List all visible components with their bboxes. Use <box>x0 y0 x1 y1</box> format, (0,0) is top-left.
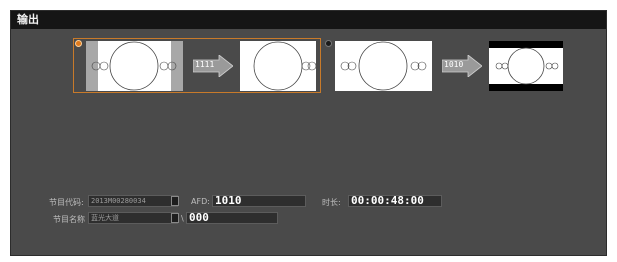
duration-field[interactable]: 00:00:48:00 <box>348 195 442 207</box>
program-code-browse-button[interactable] <box>171 196 179 206</box>
panel-title: 输出 <box>11 11 606 29</box>
target-frame-a <box>240 41 316 91</box>
option-a-radio[interactable] <box>75 40 82 47</box>
option-a-card[interactable]: 1111 <box>73 38 321 93</box>
suffix-label: \ <box>181 214 184 223</box>
source-frame-b <box>335 41 432 91</box>
program-code-label: 节目代码: <box>49 198 84 207</box>
arrow-label-b: 1010 <box>444 60 464 69</box>
afd-field[interactable]: 1010 <box>212 195 306 207</box>
option-b-radio[interactable] <box>325 40 332 47</box>
afd-label: AFD: <box>191 197 210 206</box>
source-frame-a <box>86 41 183 91</box>
program-name-browse-button[interactable] <box>171 213 179 223</box>
program-name-label: 节目名称 <box>53 215 85 224</box>
program-name-field[interactable]: 蓝光大道 <box>88 212 178 224</box>
arrow-label-a: 1111 <box>195 60 215 69</box>
arrow-right-icon: 1010 <box>442 55 482 77</box>
duration-label: 时长: <box>322 198 341 207</box>
program-code-field[interactable]: 2013M00280034 <box>88 195 178 207</box>
target-frame-b <box>489 41 563 91</box>
arrow-right-icon: 1111 <box>193 55 233 77</box>
suffix-field[interactable]: 000 <box>186 212 278 224</box>
output-panel: 输出 1111 1010 节目代码: 2013M00280034 AFD: 10… <box>10 10 607 256</box>
option-b-card[interactable]: 1010 <box>323 38 569 93</box>
